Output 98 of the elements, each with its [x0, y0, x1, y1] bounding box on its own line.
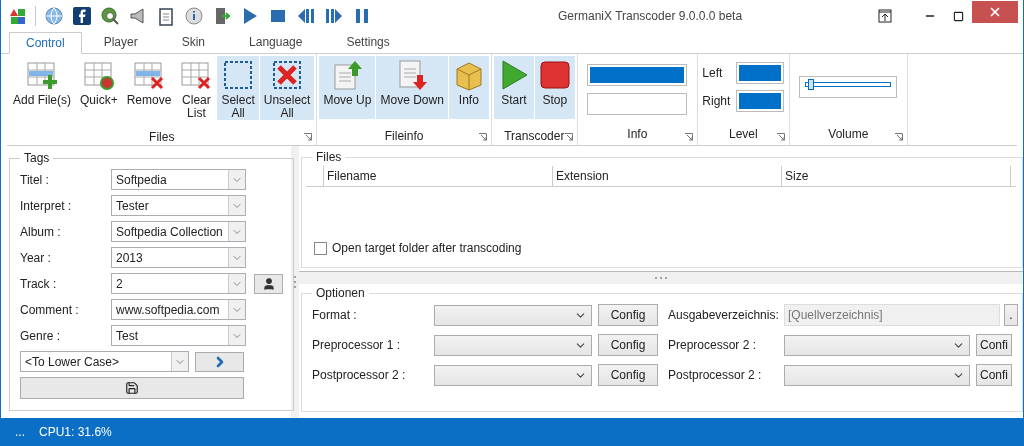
person-icon — [261, 276, 276, 291]
globe-icon[interactable] — [44, 6, 64, 26]
dialog-launcher-icon[interactable] — [684, 133, 693, 141]
ribbon-button[interactable]: Move Down — [376, 56, 448, 119]
group-label: Level — [729, 126, 758, 143]
pin-window-icon[interactable] — [878, 9, 892, 23]
ribbon-button[interactable]: Info — [448, 56, 489, 119]
config-button[interactable]: Config — [598, 364, 658, 386]
ribbon-button[interactable]: Stop — [534, 56, 575, 119]
column-header[interactable]: Extension — [553, 166, 782, 186]
dashed-square-x-icon — [271, 59, 304, 91]
globe-search-icon[interactable] — [100, 6, 120, 26]
ribbon-button[interactable]: Clear List — [176, 56, 217, 120]
dropdown-field[interactable]: Softpedia — [111, 169, 246, 190]
ribbon-button[interactable]: Unselect All — [259, 56, 315, 120]
document-up-arrow-icon — [331, 59, 364, 91]
group-label: Fileinfo — [384, 128, 424, 145]
config-button[interactable]: Config — [598, 334, 658, 356]
cpu-usage: CPU1: 31.6% — [39, 424, 112, 441]
checkbox-label: Open target folder after transcoding — [332, 240, 522, 257]
ribbon-button[interactable]: Add File(s) — [9, 56, 75, 120]
ribbon-button[interactable]: Start — [493, 56, 534, 119]
checkbox[interactable] — [314, 241, 327, 255]
volume-slider[interactable] — [799, 76, 898, 98]
ribbon-button[interactable]: Move Up — [319, 56, 376, 119]
app-logo-icon — [7, 6, 27, 26]
dropdown-field[interactable] — [784, 334, 970, 356]
dialog-launcher-icon[interactable] — [478, 133, 487, 141]
ribbon-tab[interactable]: Skin — [165, 31, 222, 53]
config-button[interactable]: Confi — [976, 334, 1012, 356]
group-title: Optionen — [315, 285, 366, 302]
config-button[interactable]: Config — [598, 304, 658, 326]
column-header[interactable]: Filename — [324, 166, 553, 186]
channel-label: Left — [702, 65, 724, 82]
dropdown-field[interactable] — [434, 304, 592, 326]
dropdown-field[interactable]: 2013 — [111, 247, 246, 268]
option-label: Postprocessor 2 : — [312, 367, 407, 384]
field-label: Track : — [20, 275, 58, 293]
stop-icon — [538, 59, 571, 91]
field-label: Album : — [20, 223, 62, 241]
ribbon-button[interactable]: Select All — [217, 56, 259, 120]
group-title: Files — [315, 149, 343, 166]
facebook-icon[interactable] — [72, 6, 92, 26]
next-icon[interactable] — [324, 6, 344, 26]
close-icon — [988, 5, 1002, 19]
field-label: Genre : — [20, 327, 62, 345]
info-bubble-icon[interactable] — [184, 6, 204, 26]
ribbon-tab[interactable]: Player — [87, 31, 154, 53]
grid-plus-icon — [26, 59, 58, 91]
dropdown-field[interactable] — [434, 364, 592, 386]
dropdown-field[interactable]: Tester — [111, 195, 246, 216]
group-label: Files — [149, 129, 175, 146]
output-folder-field[interactable]: [Quellverzeichnis] — [784, 304, 1000, 326]
field-label: Interpret : — [20, 197, 73, 215]
previous-icon[interactable] — [296, 6, 316, 26]
grid-remove-icon — [180, 59, 213, 91]
dropdown-field[interactable]: <To Lower Case> — [20, 351, 189, 372]
group-label: Info — [627, 126, 648, 143]
option-label: Preprocessor 1 : — [312, 337, 402, 354]
dropdown-field[interactable]: 2 — [111, 273, 246, 294]
document-down-arrow-icon — [396, 59, 429, 91]
maximize-icon — [952, 10, 964, 22]
dropdown-field[interactable] — [784, 364, 970, 386]
window-title: GermaniX Transcoder 9.0.0.0 beta — [558, 8, 743, 25]
group-label: Transcoder — [504, 128, 565, 145]
group-title: Tags — [23, 150, 51, 167]
ribbon-tab[interactable]: Settings — [330, 31, 406, 53]
ribbon-tab[interactable]: Language — [233, 31, 319, 53]
person-button[interactable] — [254, 273, 283, 294]
dropdown-field[interactable]: www.softpedia.com — [111, 299, 246, 320]
dropdown-field[interactable] — [434, 334, 592, 356]
config-button[interactable]: . — [1004, 304, 1018, 326]
dialog-launcher-icon[interactable] — [776, 133, 785, 141]
option-label: Format : — [312, 307, 358, 324]
dropdown-field[interactable]: Softpedia Collection — [111, 221, 246, 242]
option-label: Ausgabeverzeichnis: — [668, 307, 780, 324]
option-label: Postprocessor 2 : — [668, 367, 763, 384]
group-label: Volume — [828, 126, 869, 143]
clipboard-icon[interactable] — [156, 6, 176, 26]
dropdown-field[interactable]: Test — [111, 325, 246, 346]
ribbon-tab[interactable]: Control — [9, 32, 82, 54]
next-button[interactable] — [195, 351, 244, 372]
option-label: Preprocessor 2 : — [668, 337, 758, 354]
channel-label: Right — [702, 93, 732, 110]
dialog-launcher-icon[interactable] — [894, 133, 903, 141]
ribbon-button[interactable]: Quick+ — [76, 56, 122, 120]
grid-remove-icon — [133, 59, 166, 91]
field-label: Titel : — [20, 171, 50, 189]
status-menu[interactable]: ... — [15, 423, 25, 441]
dialog-launcher-icon[interactable] — [564, 133, 573, 141]
field-label: Year : — [20, 249, 52, 267]
config-button[interactable]: Confi — [976, 364, 1012, 386]
dialog-launcher-icon[interactable] — [304, 133, 313, 141]
column-header[interactable]: Size — [782, 166, 1011, 186]
field-label: Comment : — [20, 301, 80, 319]
dashed-square-icon — [222, 59, 255, 91]
slider-thumb[interactable] — [808, 79, 814, 90]
ribbon-button[interactable]: Remove — [122, 56, 176, 120]
